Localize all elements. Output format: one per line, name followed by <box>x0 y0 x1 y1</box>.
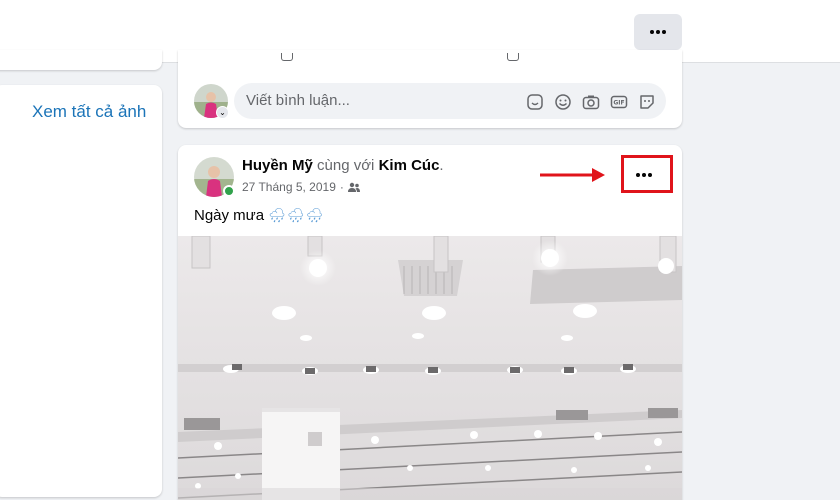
cut-off-action-icons <box>178 53 682 63</box>
annotation-highlight-box <box>621 155 673 193</box>
rain-emoji: 🌧🌧🌧 <box>268 207 325 223</box>
post-header: Huyền Mỹ cùng với Kim Cúc. <box>242 157 444 174</box>
svg-text:GIF: GIF <box>613 99 624 106</box>
separator-dot: · <box>339 180 344 194</box>
post-photo[interactable] <box>178 236 682 500</box>
comment-input[interactable]: Viết bình luận... GIF <box>234 83 666 119</box>
period: . <box>439 157 444 174</box>
chevron-down-icon[interactable]: ⌄ <box>216 106 229 119</box>
photos-card: Xem tất cả ảnh <box>0 85 162 497</box>
post-text-content: Ngày mưa <box>194 207 265 224</box>
gif-icon[interactable]: GIF <box>609 92 628 111</box>
post-card: Huyền Mỹ cùng với Kim Cúc. 27 Tháng 5, 2… <box>178 145 682 500</box>
post-meta: 27 Tháng 5, 2019 · <box>242 180 360 194</box>
sticker-alt-icon[interactable] <box>637 92 656 111</box>
with-text: cùng với <box>317 157 375 174</box>
more-options-button[interactable] <box>634 14 682 50</box>
author-name[interactable]: Huyền Mỹ <box>242 157 313 174</box>
left-top-card <box>0 50 162 70</box>
post-text: Ngày mưa 🌧🌧🌧 <box>194 207 325 224</box>
sticker-icon[interactable] <box>525 92 544 111</box>
tagged-name[interactable]: Kim Cúc <box>379 157 440 174</box>
camera-icon[interactable] <box>581 92 600 111</box>
emoji-icon[interactable] <box>553 92 572 111</box>
post-date[interactable]: 27 Tháng 5, 2019 <box>242 180 336 194</box>
online-status-dot <box>223 185 235 197</box>
annotation-arrow-icon <box>540 168 605 182</box>
see-all-photos-link[interactable]: Xem tất cả ảnh <box>32 102 146 122</box>
previous-post-comment-area: ⌄ Viết bình luận... GIF <box>178 50 682 128</box>
comment-placeholder: Viết bình luận... <box>246 92 350 109</box>
more-horizontal-icon <box>650 30 666 34</box>
friends-icon[interactable] <box>347 182 360 193</box>
